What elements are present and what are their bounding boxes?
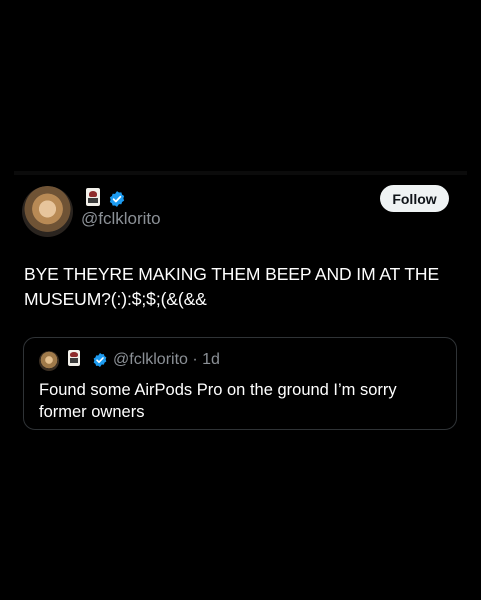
quote-text: Found some AirPods Pro on the ground I’m… [39,381,397,421]
tweet: @fclklorito Follow BYE THEYRE MAKING THE… [0,0,481,600]
quoted-tweet[interactable]: @fclklorito · 1d Found some AirPods Pro … [23,337,457,430]
quote-avatar[interactable] [39,351,59,371]
verified-badge-icon [93,353,107,367]
meta-separator: · [187,351,203,368]
playing-card-emoji-icon [86,188,100,206]
follow-button[interactable]: Follow [380,185,449,212]
verified-badge-icon [109,191,125,207]
quote-timestamp[interactable]: 1d [202,351,220,368]
playing-card-emoji-icon [68,350,80,366]
quote-meta: @fclklorito · 1d [113,351,220,369]
author-handle[interactable]: @fclklorito [81,209,161,229]
tweet-text: BYE THEYRE MAKING THEM BEEP AND IM AT TH… [24,264,440,309]
quote-author-handle[interactable]: @fclklorito [113,351,188,368]
avatar[interactable] [22,186,73,237]
